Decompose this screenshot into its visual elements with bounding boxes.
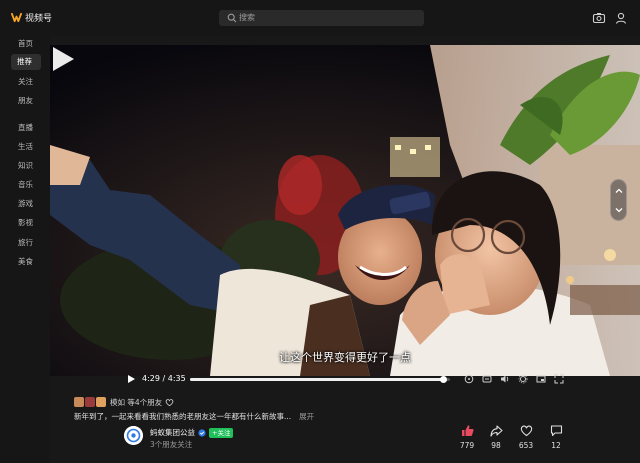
like-count: 779	[459, 441, 475, 450]
comment-button[interactable]: 12	[541, 424, 571, 450]
camera-icon[interactable]	[592, 11, 606, 25]
video-nav-pill	[610, 179, 627, 221]
share-button[interactable]: 98	[481, 424, 511, 450]
sidebar-item-home[interactable]: 首页	[12, 36, 42, 52]
settings-icon[interactable]	[518, 374, 528, 384]
sidebar-item-games[interactable]: 游戏	[12, 196, 42, 212]
chevron-up-icon[interactable]	[614, 186, 624, 196]
sidebar-item-life[interactable]: 生活	[12, 139, 42, 155]
sidebar-item-recommend[interactable]: 推荐	[11, 54, 41, 70]
search-placeholder: 搜索	[239, 13, 255, 22]
author-follow-count: 3个朋友关注	[150, 440, 193, 449]
top-bar: 视频号 搜索	[0, 0, 640, 36]
danmaku-icon[interactable]	[482, 374, 492, 384]
follow-button[interactable]: +关注	[209, 427, 234, 438]
sidebar-item-film[interactable]: 影视	[12, 215, 42, 231]
favorite-button[interactable]: 653	[511, 424, 541, 450]
author-avatar[interactable]	[124, 426, 143, 445]
friends-liked-text: 模如 等4个朋友	[110, 397, 163, 407]
sidebar-item-travel[interactable]: 旅行	[12, 235, 42, 251]
sidebar-item-food[interactable]: 美食	[12, 254, 42, 270]
sidebar-item-following[interactable]: 关注	[12, 74, 42, 90]
sidebar-item-knowledge[interactable]: 知识	[12, 158, 42, 174]
progress-bar[interactable]	[190, 376, 450, 383]
brand[interactable]: 视频号	[11, 11, 52, 24]
sidebar-item-friends[interactable]: 朋友	[12, 93, 42, 109]
pip-icon[interactable]	[536, 374, 546, 384]
progress-handle[interactable]	[440, 376, 447, 383]
play-icon[interactable]	[50, 45, 76, 73]
favorite-count: 653	[518, 441, 534, 450]
author-name[interactable]: 蚂蚁集团公益	[150, 427, 195, 438]
heart-icon	[520, 425, 532, 437]
expand-link[interactable]: 展开	[299, 412, 314, 421]
avatar	[74, 397, 84, 407]
heart-icon	[165, 398, 174, 406]
fullscreen-icon[interactable]	[554, 374, 564, 384]
like-icon	[461, 425, 474, 436]
time-display: 4:29 / 4:35	[142, 374, 186, 383]
video-player[interactable]: 让这个世界变得更好了一点	[50, 45, 640, 376]
play-icon[interactable]	[126, 374, 136, 384]
like-button[interactable]: 779	[452, 424, 482, 450]
sidebar-item-music[interactable]: 音乐	[12, 177, 42, 193]
search-input[interactable]: 搜索	[219, 10, 424, 26]
volume-icon[interactable]	[500, 374, 510, 384]
avatar	[96, 397, 106, 407]
player-controls: 4:29 / 4:35	[50, 371, 640, 388]
comment-icon	[550, 425, 562, 437]
friend-avatars	[74, 397, 107, 407]
comment-count: 12	[551, 441, 561, 450]
sidebar: 首页 推荐 关注 朋友 直播 生活 知识 音乐 游戏 影视 旅行 美食	[0, 36, 50, 463]
avatar	[85, 397, 95, 407]
share-icon	[489, 425, 503, 437]
video-subtitle: 让这个世界变得更好了一点	[279, 351, 411, 364]
author-name-row: 蚂蚁集团公益 +关注	[150, 427, 234, 438]
friends-liked-row[interactable]: 模如 等4个朋友	[74, 396, 174, 408]
search-icon	[227, 13, 237, 23]
logo-icon	[11, 12, 22, 23]
sidebar-item-live[interactable]: 直播	[12, 120, 42, 136]
user-icon[interactable]	[614, 11, 628, 25]
chevron-down-icon[interactable]	[614, 205, 624, 215]
share-count: 98	[491, 441, 501, 450]
app-title: 视频号	[25, 14, 53, 24]
speed-icon[interactable]	[464, 374, 474, 384]
progress-fill	[190, 378, 444, 381]
post-description: 新年到了，一起来看看我们熟悉的老朋友这一年都有什么新故事... 展开	[74, 411, 314, 422]
verified-icon	[198, 428, 206, 437]
video-frame	[50, 45, 640, 376]
description-text: 新年到了，一起来看看我们熟悉的老朋友这一年都有什么新故事...	[74, 412, 292, 421]
